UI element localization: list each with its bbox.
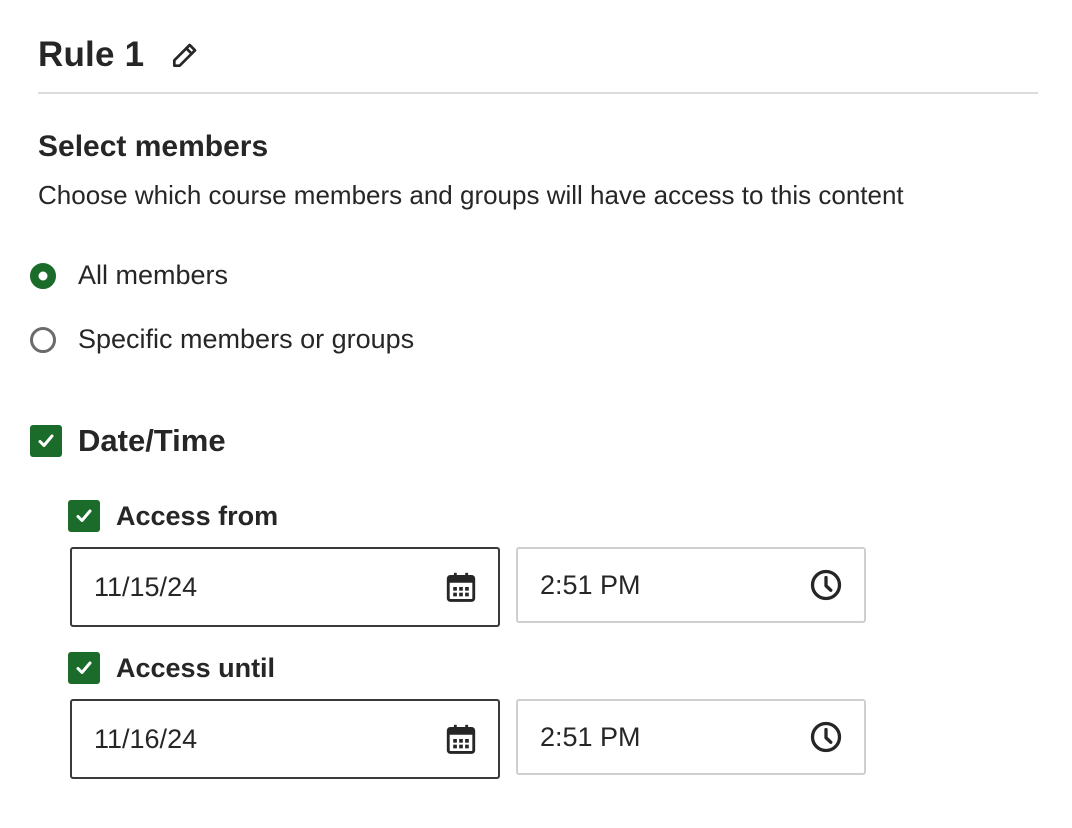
radio-specific-members-label: Specific members or groups <box>78 324 415 354</box>
access-until-checkbox[interactable] <box>68 652 100 684</box>
rule-title: Rule 1 <box>38 35 145 74</box>
select-members-heading: Select members <box>38 130 269 163</box>
radio-all-members[interactable]: All members <box>30 260 228 291</box>
select-members-description: Choose which course members and groups w… <box>38 180 904 210</box>
radio-all-members-label: All members <box>78 260 229 290</box>
checkmark-icon <box>76 509 92 522</box>
clock-icon[interactable] <box>808 567 844 603</box>
calendar-icon[interactable] <box>444 722 478 756</box>
checkmark-icon <box>76 661 92 674</box>
radio-all-members-control[interactable] <box>30 262 56 289</box>
access-from-date-input[interactable]: 11/15/24 <box>70 547 500 627</box>
access-until-date-input[interactable]: 11/16/24 <box>70 699 500 779</box>
access-until-checkbox-row[interactable]: Access until <box>68 652 275 684</box>
clock-icon[interactable] <box>808 719 844 755</box>
access-from-checkbox-row[interactable]: Access from <box>68 500 278 532</box>
radio-specific-members-control[interactable] <box>30 326 56 353</box>
access-from-label: Access from <box>116 500 279 531</box>
radio-specific-members[interactable]: Specific members or groups <box>30 324 414 355</box>
access-until-time-value: 2:51 PM <box>540 721 641 752</box>
pencil-icon[interactable] <box>168 38 202 72</box>
datetime-label: Date/Time <box>78 423 226 458</box>
rule-header: Rule 1 <box>38 30 202 80</box>
access-from-time-input[interactable]: 2:51 PM <box>516 547 866 623</box>
access-until-label: Access until <box>116 652 276 683</box>
access-from-date-value: 11/15/24 <box>94 571 198 602</box>
access-from-time-value: 2:51 PM <box>540 569 641 600</box>
datetime-checkbox[interactable] <box>30 425 62 457</box>
access-until-date-value: 11/16/24 <box>94 723 198 754</box>
calendar-icon[interactable] <box>444 570 478 604</box>
access-from-checkbox[interactable] <box>68 500 100 532</box>
checkmark-icon <box>38 434 54 447</box>
access-until-time-input[interactable]: 2:51 PM <box>516 699 866 775</box>
datetime-checkbox-row[interactable]: Date/Time <box>30 423 226 459</box>
header-divider <box>38 92 1038 94</box>
